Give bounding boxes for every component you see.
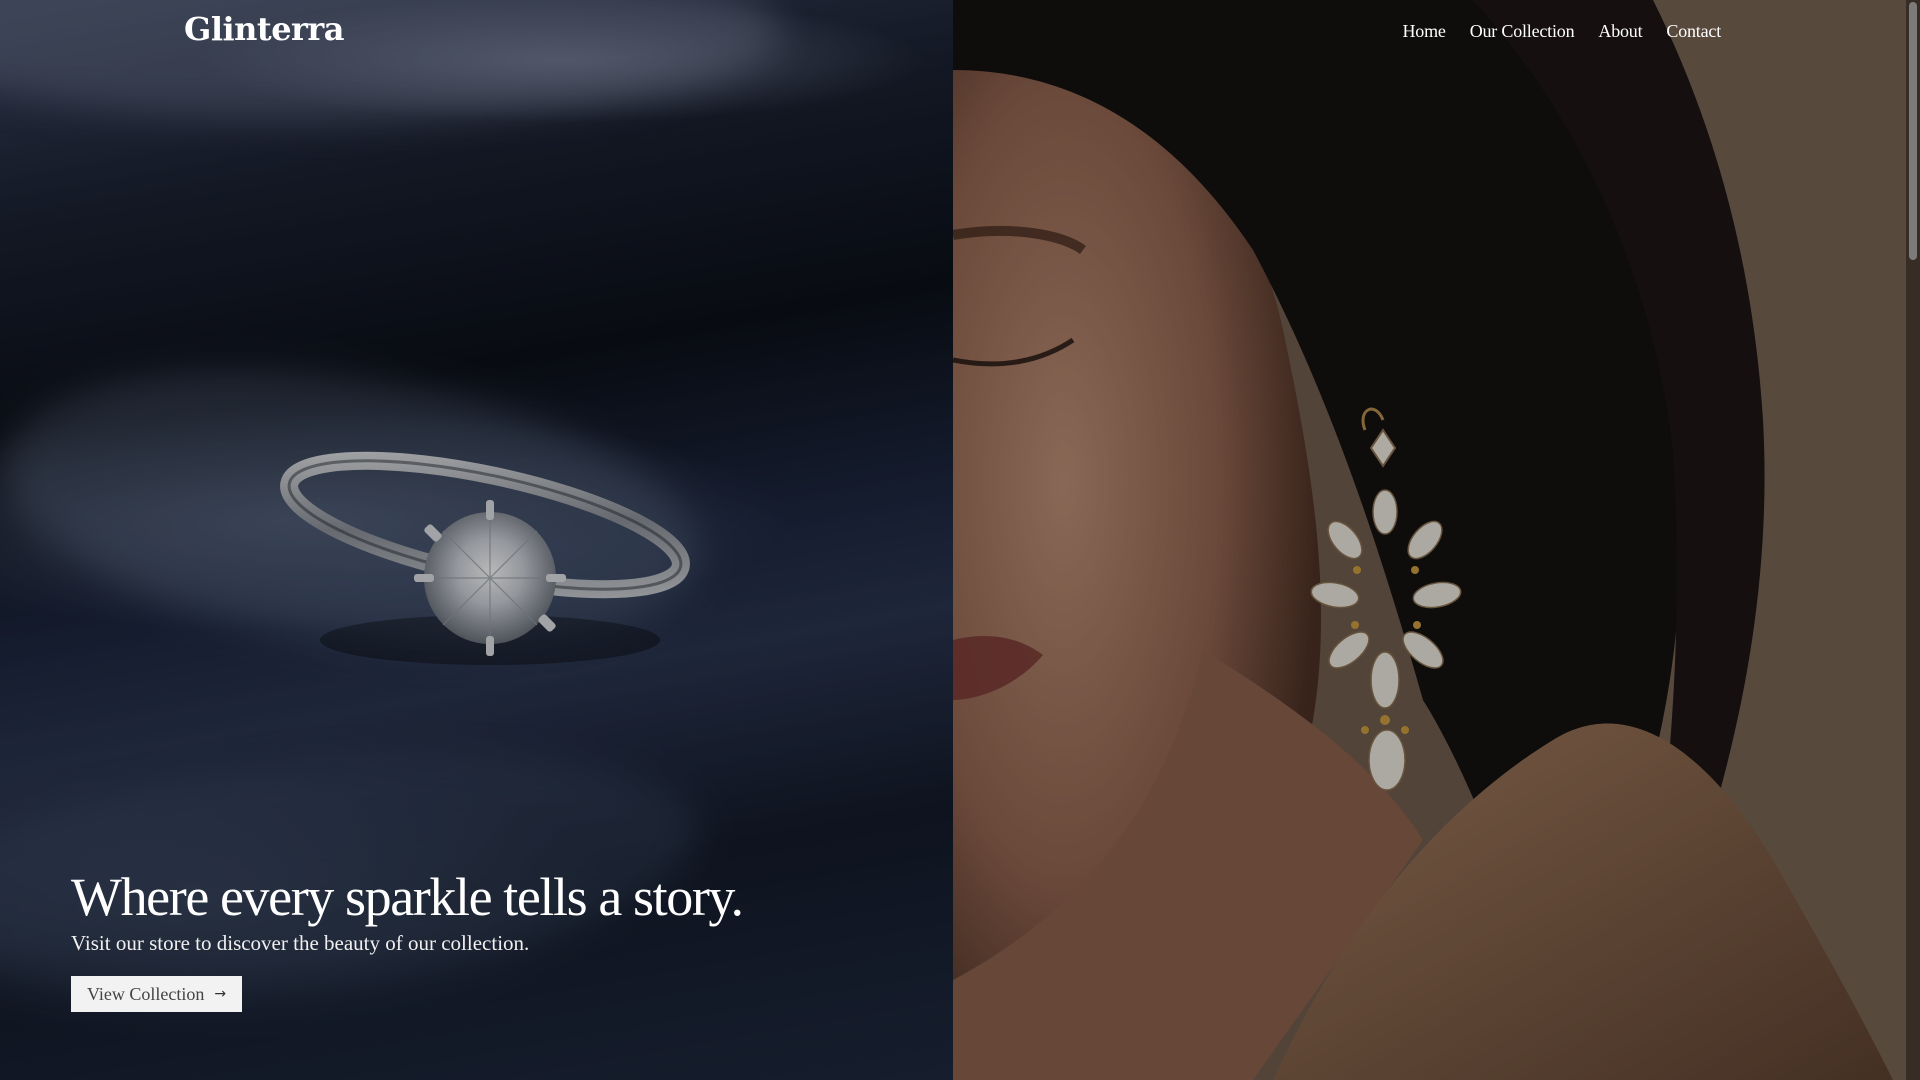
page-scrollbar[interactable]	[1906, 0, 1920, 1080]
nav-item-contact[interactable]: Contact	[1666, 21, 1721, 42]
main-nav: Home Our Collection About Contact	[1403, 21, 1722, 42]
view-collection-button[interactable]: View Collection →	[71, 976, 243, 1013]
view-collection-label: View Collection	[87, 983, 205, 1004]
scrollbar-thumb[interactable]	[1909, 2, 1917, 260]
earring	[1310, 407, 1462, 791]
page: Glinterra Home Our Collection About Cont…	[0, 0, 1920, 1080]
hero-section: Where every sparkle tells a story. Visit…	[71, 867, 744, 1013]
nav-item-about[interactable]: About	[1598, 21, 1642, 42]
arrow-right-icon: →	[214, 986, 227, 1003]
nav-item-home[interactable]: Home	[1403, 21, 1446, 42]
hero-subtitle: Visit our store to discover the beauty o…	[71, 931, 530, 956]
hero-title: Where every sparkle tells a story.	[71, 867, 744, 927]
brand-logo[interactable]: Glinterra	[184, 10, 345, 48]
portrait-illustration	[953, 0, 1920, 1080]
nav-item-our-collection[interactable]: Our Collection	[1470, 21, 1575, 42]
hero-image-earring	[953, 0, 1920, 1080]
